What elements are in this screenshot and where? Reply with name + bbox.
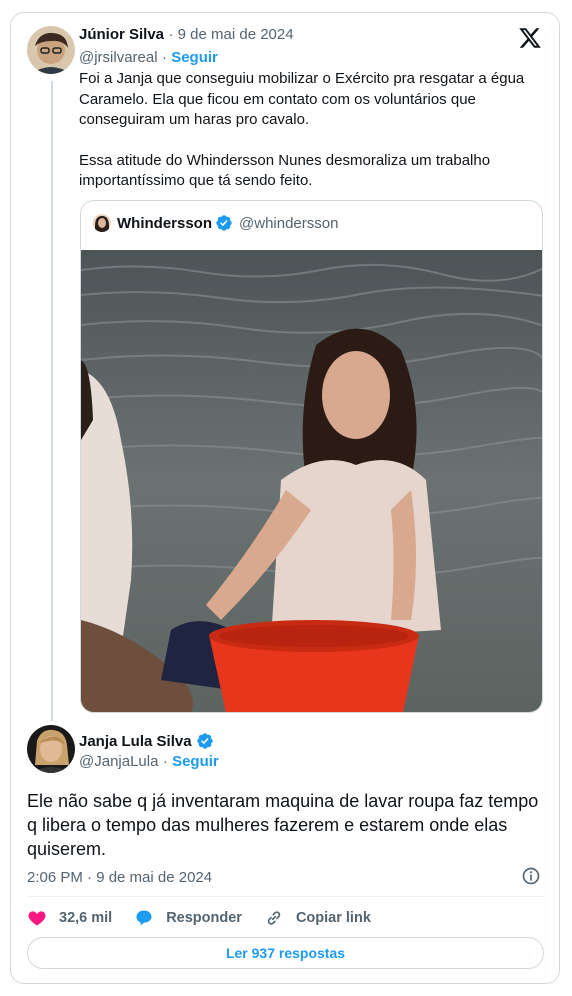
main-author-name[interactable]: Janja Lula Silva <box>79 733 192 750</box>
parent-handle-row: @jrsilvareal · Seguir <box>79 49 218 67</box>
quoted-author-row: Whindersson @whindersson <box>93 214 338 232</box>
parent-author-name[interactable]: Júnior Silva <box>79 26 164 43</box>
parent-author-handle[interactable]: @jrsilvareal <box>79 49 158 66</box>
copy-link-button[interactable]: Copiar link <box>264 908 371 928</box>
thread-connector-line <box>51 81 53 721</box>
quoted-author-handle: @whindersson <box>239 214 339 232</box>
read-replies-button[interactable]: Ler 937 respostas <box>27 937 544 969</box>
main-tweet-timestamp[interactable]: 2:06 PM · 9 de mai de 2024 <box>27 869 212 886</box>
verified-badge-icon <box>216 215 232 231</box>
action-bar: 32,6 mil Responder Copiar link <box>27 906 393 930</box>
parent-tweet-paragraph: Foi a Janja que conseguiu mobilizar o Ex… <box>79 70 525 128</box>
verified-badge-icon <box>196 733 213 749</box>
reply-button[interactable]: Responder <box>134 908 242 928</box>
divider <box>27 896 545 897</box>
parent-date[interactable]: 9 de mai de 2024 <box>178 26 294 43</box>
reply-label: Responder <box>166 910 242 926</box>
x-logo-icon[interactable] <box>518 26 542 50</box>
parent-tweet-text: Foi a Janja que conseguiu mobilizar o Ex… <box>79 69 549 192</box>
parent-tweet-paragraph: Essa atitude do Whindersson Nunes desmor… <box>79 151 491 190</box>
like-count: 32,6 mil <box>59 910 113 926</box>
dot-separator: · <box>162 49 172 66</box>
main-author-row: Janja Lula Silva <box>79 732 214 750</box>
copy-link-label: Copiar link <box>295 910 371 926</box>
main-author-handle[interactable]: @JanjaLula <box>79 753 158 770</box>
dot-separator: · <box>162 753 173 770</box>
parent-author-avatar[interactable] <box>27 26 75 74</box>
speech-bubble-icon <box>136 910 152 926</box>
info-icon[interactable] <box>521 866 541 886</box>
main-tweet-text: Ele não sabe q já inventaram maquina de … <box>27 791 539 859</box>
main-follow-button[interactable]: Seguir <box>172 753 219 770</box>
like-button[interactable]: 32,6 mil <box>27 908 112 928</box>
dot-separator: · <box>168 26 178 43</box>
quoted-tweet[interactable]: Whindersson @whindersson <box>80 200 543 713</box>
heart-icon <box>28 911 46 926</box>
parent-follow-button[interactable]: Seguir <box>171 49 218 66</box>
quoted-author-avatar <box>93 214 111 232</box>
quoted-author-name: Whindersson <box>117 214 213 232</box>
main-author-avatar[interactable] <box>27 725 75 773</box>
tweet-embed-card: Júnior Silva · 9 de mai de 2024 @jrsilva… <box>10 12 560 984</box>
parent-author-row: Júnior Silva · 9 de mai de 2024 <box>79 26 294 44</box>
quoted-video-thumbnail[interactable] <box>81 250 543 713</box>
main-handle-row: @JanjaLula · Seguir <box>79 753 219 771</box>
link-icon <box>267 911 281 925</box>
